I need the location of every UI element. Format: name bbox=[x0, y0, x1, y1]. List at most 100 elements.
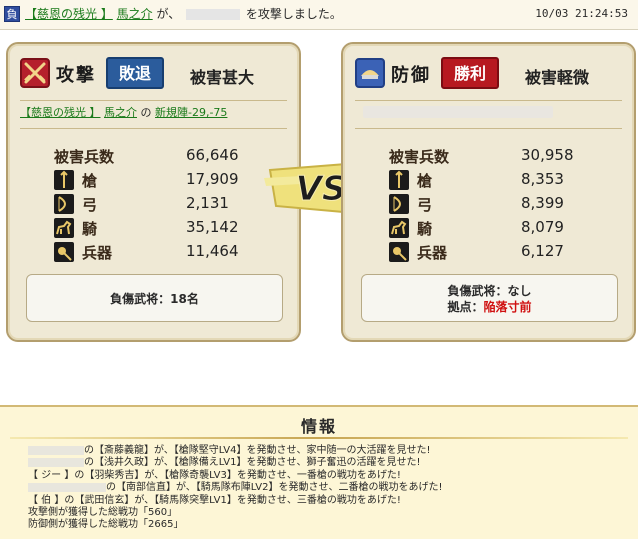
log-text: 【 伯 】の【武田信玄】が、【騎馬隊突撃LV1】を発動させ、三番槍の戦功をあげた… bbox=[28, 494, 401, 506]
log-line: 【 伯 】の【武田信玄】が、【騎馬隊突撃LV1】を発動させ、三番槍の戦功をあげた… bbox=[28, 495, 628, 507]
unit-value: 35,142 bbox=[186, 218, 239, 236]
injured-generals: 負傷武将：18名 bbox=[110, 292, 199, 306]
shield-icon bbox=[355, 58, 385, 88]
unit-value: 17,909 bbox=[186, 170, 239, 188]
attacker-header: 攻撃 敗退 被害甚大 bbox=[20, 56, 285, 92]
unit-label: 弓 bbox=[417, 196, 433, 214]
redacted-name bbox=[28, 482, 106, 492]
unit-value: 2,131 bbox=[186, 194, 229, 212]
unit-label: 騎 bbox=[82, 220, 98, 238]
injured-generals-box: 負傷武将：18名 bbox=[26, 274, 283, 322]
unit-label: 槍 bbox=[82, 172, 98, 190]
info-title: 情報 bbox=[300, 417, 337, 436]
unit-row-bow: 弓 8,399 bbox=[389, 192, 629, 216]
damage-level: 被害軽微 bbox=[525, 68, 590, 87]
unit-value: 6,127 bbox=[521, 242, 564, 260]
log-line: 防御側が獲得した総戦功「2665」 bbox=[28, 519, 628, 531]
unit-value: 8,079 bbox=[521, 218, 564, 236]
player-link[interactable]: 馬之介 bbox=[117, 7, 153, 21]
loss-total-row: 被害兵数 30,958 bbox=[389, 144, 629, 168]
divider bbox=[20, 100, 287, 101]
spear-icon bbox=[389, 170, 409, 190]
log-text: の【南部信直】が、【騎馬隊布陣LV2】を発動させ、二番槍の戦功をあげた! bbox=[106, 482, 443, 494]
info-panel: 情報 の【斎藤義龍】が、【槍隊堅守LV4】を発動させ、家中随一の大活躍を見せた!… bbox=[0, 405, 638, 539]
summary-text: が、 bbox=[156, 7, 181, 21]
log-text: の【斎藤義龍】が、【槍隊堅守LV4】を発動させ、家中随一の大活躍を見せた! bbox=[84, 445, 431, 456]
bow-icon bbox=[389, 194, 409, 214]
unit-row-spear: 槍 8,353 bbox=[389, 168, 629, 192]
loss-total: 30,958 bbox=[521, 146, 574, 164]
divider bbox=[355, 100, 622, 101]
attacker-role: 攻撃 bbox=[56, 65, 96, 86]
unit-row-cavalry: 騎 8,079 bbox=[389, 216, 629, 240]
title-divider bbox=[10, 437, 628, 439]
unit-value: 11,464 bbox=[186, 242, 239, 260]
redacted-name bbox=[28, 457, 84, 467]
log-text: の【浅井久政】が、【槍隊備えLV1】を発動させ、獅子奮迅の活躍を見せた! bbox=[84, 457, 421, 469]
injured-generals: 負傷武将：なし bbox=[447, 284, 532, 298]
defender-panel: 防御 勝利 被害軽微 被害兵数 30,958 槍 8,353 弓 8,399 騎… bbox=[341, 42, 636, 342]
horse-icon bbox=[54, 218, 74, 238]
battle-timestamp: 10/03 21:24:53 bbox=[535, 7, 628, 20]
guild-link[interactable]: 【慈恩の残光 】 bbox=[25, 7, 113, 21]
result-badge-defeat: 敗退 bbox=[106, 57, 164, 89]
battle-report-header: 負 【慈恩の残光 】 馬之介 が、 を攻撃しました。 10/03 21:24:5… bbox=[0, 0, 638, 30]
base-label: 拠点： bbox=[447, 300, 484, 314]
base-status: 陥落寸前 bbox=[483, 300, 532, 314]
bow-icon bbox=[54, 194, 74, 214]
unit-row-spear: 槍 17,909 bbox=[54, 168, 294, 192]
defender-header: 防御 勝利 被害軽微 bbox=[355, 56, 620, 92]
log-line: 攻撃側が獲得した総戦功「560」 bbox=[28, 507, 628, 519]
divider bbox=[20, 128, 287, 129]
redacted-name bbox=[28, 445, 84, 455]
log-line: の【斎藤義龍】が、【槍隊堅守LV4】を発動させ、家中随一の大活躍を見せた! bbox=[28, 445, 628, 457]
unit-label: 弓 bbox=[82, 196, 98, 214]
result-badge-victory: 勝利 bbox=[441, 57, 499, 89]
loss-label: 被害兵数 bbox=[54, 148, 115, 166]
unit-value: 8,353 bbox=[521, 170, 564, 188]
attacker-panel: 攻撃 敗退 被害甚大 【慈恩の残光 】 馬之介 の 新規陣-29,-75 被害兵… bbox=[6, 42, 301, 342]
log-text: 攻撃側が獲得した総戦功「560」 bbox=[28, 507, 178, 519]
base-status-line: 拠点：陥落寸前 bbox=[362, 300, 617, 314]
unit-row-siege: 兵器 11,464 bbox=[54, 240, 294, 264]
unit-value: 8,399 bbox=[521, 194, 564, 212]
log-line: 【 ジー 】の【羽柴秀吉】が、【槍隊奇襲LV3】を発動させ、一番槍の戦功をあげた… bbox=[28, 470, 628, 482]
unit-label: 騎 bbox=[417, 220, 433, 238]
guild-link[interactable]: 【慈恩の残光 】 bbox=[20, 106, 101, 119]
unit-row-cavalry: 騎 35,142 bbox=[54, 216, 294, 240]
unit-row-bow: 弓 2,131 bbox=[54, 192, 294, 216]
defeat-badge: 負 bbox=[4, 6, 20, 22]
unit-label: 槍 bbox=[417, 172, 433, 190]
loss-stats: 被害兵数 66,646 槍 17,909 弓 2,131 騎 35,142 兵器… bbox=[54, 144, 294, 264]
loss-total-row: 被害兵数 66,646 bbox=[54, 144, 294, 168]
location-link[interactable]: 新規陣-29,-75 bbox=[155, 106, 227, 119]
siege-icon bbox=[54, 242, 74, 262]
damage-level: 被害甚大 bbox=[190, 68, 255, 87]
loss-total: 66,646 bbox=[186, 146, 239, 164]
battle-log: の【斎藤義龍】が、【槍隊堅守LV4】を発動させ、家中随一の大活躍を見せた! の【… bbox=[28, 445, 628, 532]
defender-role: 防御 bbox=[391, 65, 431, 86]
loss-label: 被害兵数 bbox=[389, 148, 450, 166]
divider bbox=[355, 128, 622, 129]
unit-row-siege: 兵器 6,127 bbox=[389, 240, 629, 264]
log-line: の【南部信直】が、【騎馬隊布陣LV2】を発動させ、二番槍の戦功をあげた! bbox=[28, 482, 628, 494]
siege-icon bbox=[389, 242, 409, 262]
horse-icon bbox=[389, 218, 409, 238]
log-text: 防御側が獲得した総戦功「2665」 bbox=[28, 519, 184, 531]
battle-summary: 【慈恩の残光 】 馬之介 が、 を攻撃しました。 bbox=[25, 6, 342, 22]
log-line: の【浅井久政】が、【槍隊備えLV1】を発動させ、獅子奮迅の活躍を見せた! bbox=[28, 457, 628, 469]
redacted-target bbox=[186, 9, 241, 20]
summary-suffix: を攻撃しました。 bbox=[245, 7, 342, 21]
unit-label: 兵器 bbox=[82, 244, 113, 262]
redacted-defender-origin bbox=[363, 106, 553, 118]
log-text: 【 ジー 】の【羽柴秀吉】が、【槍隊奇襲LV3】を発動させ、一番槍の戦功をあげた… bbox=[28, 469, 401, 481]
unit-label: 兵器 bbox=[417, 244, 448, 262]
crossed-swords-icon bbox=[20, 58, 50, 88]
vs-text: VS bbox=[296, 169, 347, 209]
spear-icon bbox=[54, 170, 74, 190]
attacker-origin: 【慈恩の残光 】 馬之介 の 新規陣-29,-75 bbox=[20, 106, 227, 120]
player-link[interactable]: 馬之介 bbox=[104, 106, 137, 119]
loss-stats: 被害兵数 30,958 槍 8,353 弓 8,399 騎 8,079 兵器 6… bbox=[389, 144, 629, 264]
injured-generals-box: 負傷武将：なし 拠点：陥落寸前 bbox=[361, 274, 618, 322]
origin-sep: の bbox=[140, 106, 155, 119]
